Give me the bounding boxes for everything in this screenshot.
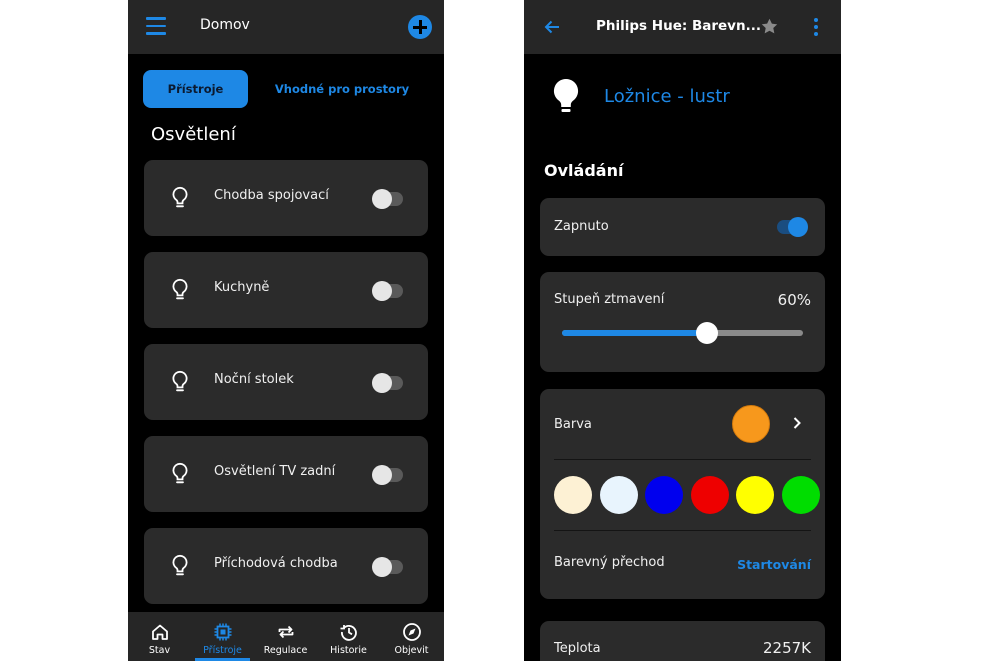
lightbulb-icon — [172, 462, 188, 484]
dimmer-card: Stupeň ztmavení 60% — [540, 272, 825, 372]
current-color-swatch[interactable] — [732, 405, 770, 443]
start-transition-button[interactable]: Startování — [737, 557, 811, 572]
nav-label: Regulace — [263, 645, 308, 656]
device-toggle[interactable] — [372, 189, 403, 209]
menu-icon[interactable] — [146, 17, 166, 35]
divider — [554, 459, 811, 460]
dimmer-slider[interactable] — [562, 322, 803, 344]
nav-item-stav[interactable]: Stav — [128, 612, 191, 661]
section-title: Osvětlení — [151, 124, 236, 145]
compass-icon — [402, 623, 421, 641]
device-card[interactable]: Chodba spojovací — [144, 160, 428, 236]
home-icon — [151, 624, 168, 640]
lightbulb-icon — [553, 78, 579, 112]
star-icon[interactable] — [760, 17, 779, 36]
nav-item-objevit[interactable]: Objevit — [380, 612, 443, 661]
lightbulb-icon — [172, 554, 188, 576]
chip-icon — [214, 623, 231, 641]
device-card[interactable]: Osvětlení TV zadní — [144, 436, 428, 512]
slider-thumb[interactable] — [695, 322, 718, 344]
color-card: Barva Barevný přechod Startování — [540, 389, 825, 599]
nav-label: Přístroje — [203, 645, 242, 656]
nav-item-regulace[interactable]: Regulace — [254, 612, 317, 661]
nav-label: Stav — [148, 645, 171, 656]
devices-screen: Domov Přístroje Vhodné pro prostory Osvě… — [128, 0, 444, 661]
device-toggle[interactable] — [372, 557, 403, 577]
tab-suitable-for-rooms[interactable]: Vhodné pro prostory — [268, 70, 416, 108]
device-name: Noční stolek — [214, 372, 294, 387]
divider — [554, 530, 811, 531]
device-name: Osvětlení TV zadní — [214, 464, 336, 479]
section-title: Ovládání — [544, 161, 624, 180]
back-arrow-icon[interactable] — [542, 17, 562, 37]
device-toggle[interactable] — [372, 373, 403, 393]
device-name: Chodba spojovací — [214, 188, 329, 203]
lightbulb-icon — [172, 370, 188, 392]
device-card[interactable]: Kuchyně — [144, 252, 428, 328]
repeat-icon — [278, 625, 293, 639]
page-title: Philips Hue: Barevn... — [596, 18, 761, 34]
tab-devices[interactable]: Přístroje — [143, 70, 248, 108]
page-title: Domov — [200, 17, 250, 33]
history-icon — [340, 625, 357, 641]
bottom-navigation: Stav Přístroje Regulace Historie Objevit — [128, 612, 444, 661]
color-swatch[interactable] — [691, 476, 729, 514]
color-swatch[interactable] — [600, 476, 638, 514]
nav-label: Historie — [330, 645, 367, 656]
color-label: Barva — [554, 417, 592, 432]
nav-item-pristroje[interactable]: Přístroje — [191, 612, 254, 661]
lightbulb-icon — [172, 186, 188, 208]
dimmer-value: 60% — [777, 291, 811, 309]
top-app-bar: Philips Hue: Barevn... — [524, 0, 841, 54]
device-toggle[interactable] — [372, 281, 403, 301]
dimmer-label: Stupeň ztmavení — [554, 292, 665, 307]
device-name: Příchodová chodba — [214, 556, 338, 571]
device-toggle[interactable] — [372, 465, 403, 485]
color-transition-label: Barevný přechod — [554, 555, 665, 570]
device-title: Ložnice - lustr — [604, 86, 730, 107]
add-icon[interactable] — [408, 15, 432, 39]
chevron-right-icon[interactable] — [792, 416, 802, 430]
color-swatch[interactable] — [782, 476, 820, 514]
power-label: Zapnuto — [554, 219, 609, 234]
device-name: Kuchyně — [214, 280, 270, 295]
nav-item-historie[interactable]: Historie — [317, 612, 380, 661]
nav-label: Objevit — [394, 645, 429, 656]
temperature-card: Teplota 2257K — [540, 621, 825, 661]
color-swatch[interactable] — [554, 476, 592, 514]
color-swatch[interactable] — [736, 476, 774, 514]
device-detail-screen: Philips Hue: Barevn... Ložnice - lustr O… — [524, 0, 841, 661]
temperature-label: Teplota — [554, 641, 601, 656]
slider-fill — [562, 330, 707, 336]
lightbulb-icon — [172, 278, 188, 300]
more-options-icon[interactable] — [814, 18, 818, 36]
device-card[interactable]: Příchodová chodba — [144, 528, 428, 604]
top-app-bar: Domov — [128, 0, 444, 54]
color-swatch[interactable] — [645, 476, 683, 514]
power-card: Zapnuto — [540, 198, 825, 256]
power-toggle[interactable] — [777, 217, 808, 237]
device-card[interactable]: Noční stolek — [144, 344, 428, 420]
temperature-value: 2257K — [762, 639, 811, 657]
